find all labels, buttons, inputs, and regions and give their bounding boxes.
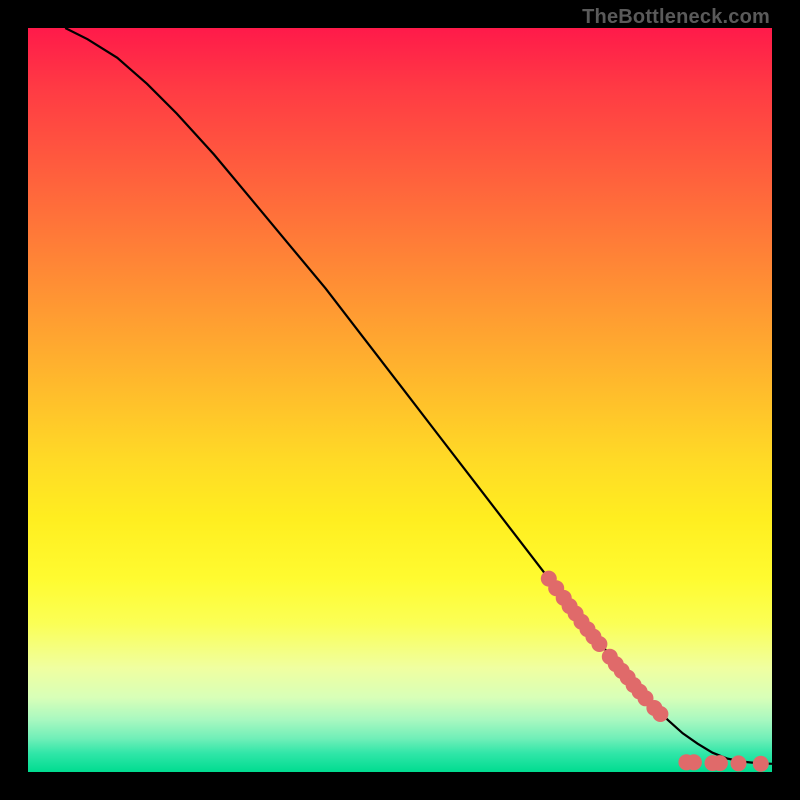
data-marker [753,756,769,772]
chart-frame: TheBottleneck.com [0,0,800,800]
chart-svg [28,28,772,772]
data-marker [731,755,747,771]
curve-line [65,28,772,764]
data-marker [712,755,728,771]
data-markers [541,571,769,772]
data-marker [652,706,668,722]
attribution-label: TheBottleneck.com [582,6,770,29]
data-marker [591,636,607,652]
data-marker [686,754,702,770]
